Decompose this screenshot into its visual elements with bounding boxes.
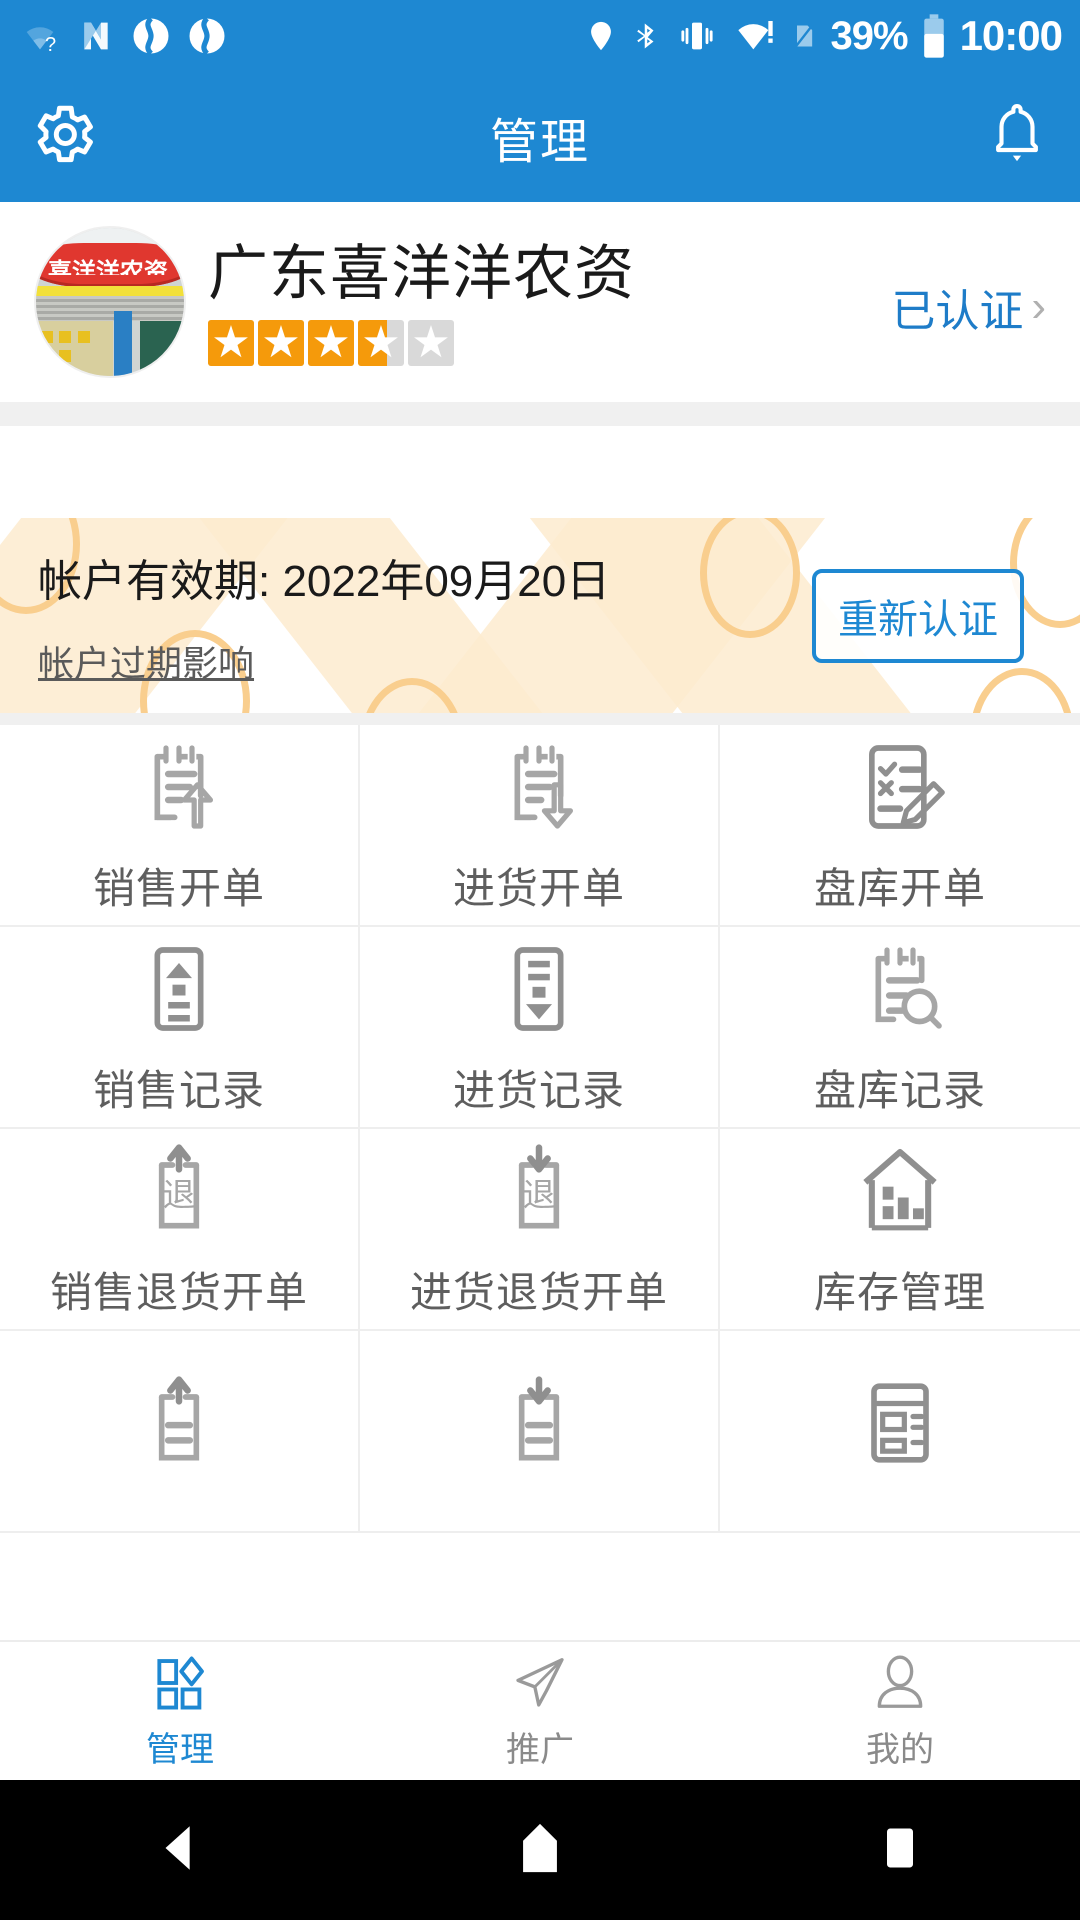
battery-percent-label: 39% (830, 14, 909, 58)
avatar[interactable]: 喜洋洋农资 (34, 226, 186, 378)
status-bar-left-icons: ? (18, 15, 228, 57)
section-divider (0, 402, 1080, 426)
rating-star: ★ (258, 319, 304, 366)
sync-icon (186, 15, 228, 57)
status-bar: ? 39% 10:00 (0, 0, 1080, 72)
grid-item-sales-return-order[interactable]: 退 销售退货开单 (0, 1129, 360, 1331)
bluetooth-icon (631, 14, 661, 58)
page-title: 管理 (489, 116, 590, 169)
status-bar-right-icons: 39% 10:00 (584, 12, 1063, 60)
grid-item-stocktake-order[interactable]: 盘库开单 (720, 725, 1080, 927)
grid-item-inventory-management[interactable]: 库存管理 (720, 1129, 1080, 1331)
bottom-tab-bar: 管理 推广 我的 (0, 1640, 1080, 1780)
doc-arrow-down-icon (487, 735, 591, 839)
app-root: ? 39% 10:00 管理 喜洋洋农资 广东喜洋洋农资 ★ ★ ★ ★ ★ 已… (0, 0, 1080, 1920)
account-validity-banner: 帐户有效期: 2022年09月20日 帐户过期影响 重新认证 (0, 518, 1080, 713)
grid-item-row4-col1[interactable] (0, 1331, 360, 1533)
sim-card-icon (790, 14, 818, 58)
validity-texts: 帐户有效期: 2022年09月20日 帐户过期影响 (38, 545, 812, 687)
profile-header[interactable]: 喜洋洋农资 广东喜洋洋农资 ★ ★ ★ ★ ★ 已认证 › (0, 202, 1080, 402)
rating-star: ★ (308, 319, 354, 366)
grid-item-purchase-records[interactable]: 进货记录 (360, 927, 720, 1129)
avatar-sign-text: 喜洋洋农资 (47, 258, 168, 276)
recents-button[interactable] (840, 1805, 960, 1895)
tab-label: 推广 (506, 1730, 574, 1769)
tab-label: 管理 (146, 1730, 214, 1769)
location-icon (584, 14, 618, 58)
box-arrow-down-icon (487, 937, 591, 1041)
grid-item-sales-records[interactable]: 销售记录 (0, 927, 360, 1129)
bell-icon (986, 104, 1048, 174)
home-pentagon-icon (511, 1817, 569, 1884)
sync-icon (130, 15, 172, 57)
profile-info: 广东喜洋洋农资 ★ ★ ★ ★ ★ (208, 239, 891, 366)
verified-status-link[interactable]: 已认证 › (891, 275, 1046, 339)
back-triangle-icon (151, 1817, 209, 1884)
tab-promotion[interactable]: 推广 (360, 1642, 720, 1780)
notifications-button[interactable] (986, 100, 1048, 175)
svg-text:退: 退 (523, 1177, 556, 1213)
paper-plane-icon (509, 1652, 571, 1714)
grid-item-row4-col2[interactable] (360, 1331, 720, 1533)
checklist-pencil-icon (848, 735, 952, 839)
android-navigation-bar (0, 1780, 1080, 1920)
doc-search-icon (848, 937, 952, 1041)
recents-square-icon (874, 1819, 926, 1882)
grid-item-stocktake-records[interactable]: 盘库记录 (720, 927, 1080, 1129)
grid-item-label: 盘库记录 (813, 1066, 986, 1114)
shop-name: 广东喜洋洋农资 (208, 239, 635, 307)
grid-item-label: 进货退货开单 (409, 1268, 668, 1316)
clock-label: 10:00 (959, 12, 1063, 59)
warehouse-icon (848, 1139, 952, 1243)
box-arrow-up-icon (127, 937, 231, 1041)
grid-item-label: 销售记录 (92, 1066, 265, 1114)
account-expiry-impact-link[interactable]: 帐户过期影响 (38, 635, 254, 687)
function-grid: 销售开单 进货开单 盘库开单 销售记录 进货记录 盘库记录 退 销售退货开单 退… (0, 725, 1080, 1625)
rating-star: ★ (408, 319, 454, 366)
app-bar: 管理 (0, 72, 1080, 202)
return-up-icon: 退 (127, 1139, 231, 1243)
tab-mine[interactable]: 我的 (720, 1642, 1080, 1780)
verified-label: 已认证 (891, 287, 1024, 336)
return-down-icon: 退 (487, 1139, 591, 1243)
grid-item-purchase-order[interactable]: 进货开单 (360, 725, 720, 927)
doc-arrow-down-icon (487, 1371, 591, 1475)
grid-item-label: 库存管理 (813, 1268, 986, 1316)
rating-star: ★ (208, 319, 254, 366)
account-validity-date: 帐户有效期: 2022年09月20日 (38, 556, 611, 606)
svg-text:?: ? (45, 34, 56, 56)
doc-arrow-up-icon (127, 735, 231, 839)
wifi-question-icon: ? (18, 16, 62, 56)
rating-star: ★ (358, 319, 404, 366)
storefront-photo: 喜洋洋农资 (36, 228, 184, 376)
person-icon (869, 1652, 931, 1714)
grid-item-row4-col3[interactable] (720, 1331, 1080, 1533)
grid-item-label: 进货记录 (452, 1066, 625, 1114)
wifi-alert-icon (733, 16, 777, 56)
tab-label: 我的 (866, 1730, 934, 1769)
doc-arrow-up-icon (127, 1371, 231, 1475)
n-logo-icon (76, 16, 116, 56)
grid-item-sales-order[interactable]: 销售开单 (0, 725, 360, 927)
rating-stars: ★ ★ ★ ★ ★ (208, 319, 891, 366)
chevron-right-icon: › (1031, 282, 1046, 331)
grid-item-label: 盘库开单 (813, 864, 986, 912)
back-button[interactable] (120, 1805, 240, 1895)
svg-text:退: 退 (163, 1177, 196, 1213)
battery-icon (921, 14, 947, 58)
tab-manage[interactable]: 管理 (0, 1642, 360, 1780)
grid-item-label: 进货开单 (452, 864, 625, 912)
recertify-button[interactable]: 重新认证 (812, 568, 1024, 663)
grid-item-label: 销售开单 (92, 864, 265, 912)
vibrate-icon (674, 16, 720, 56)
home-button[interactable] (480, 1805, 600, 1895)
grid-item-label: 销售退货开单 (49, 1268, 308, 1316)
report-icon (848, 1371, 952, 1475)
grid-diamond-icon (149, 1652, 211, 1714)
grid-item-purchase-return-order[interactable]: 退 进货退货开单 (360, 1129, 720, 1331)
